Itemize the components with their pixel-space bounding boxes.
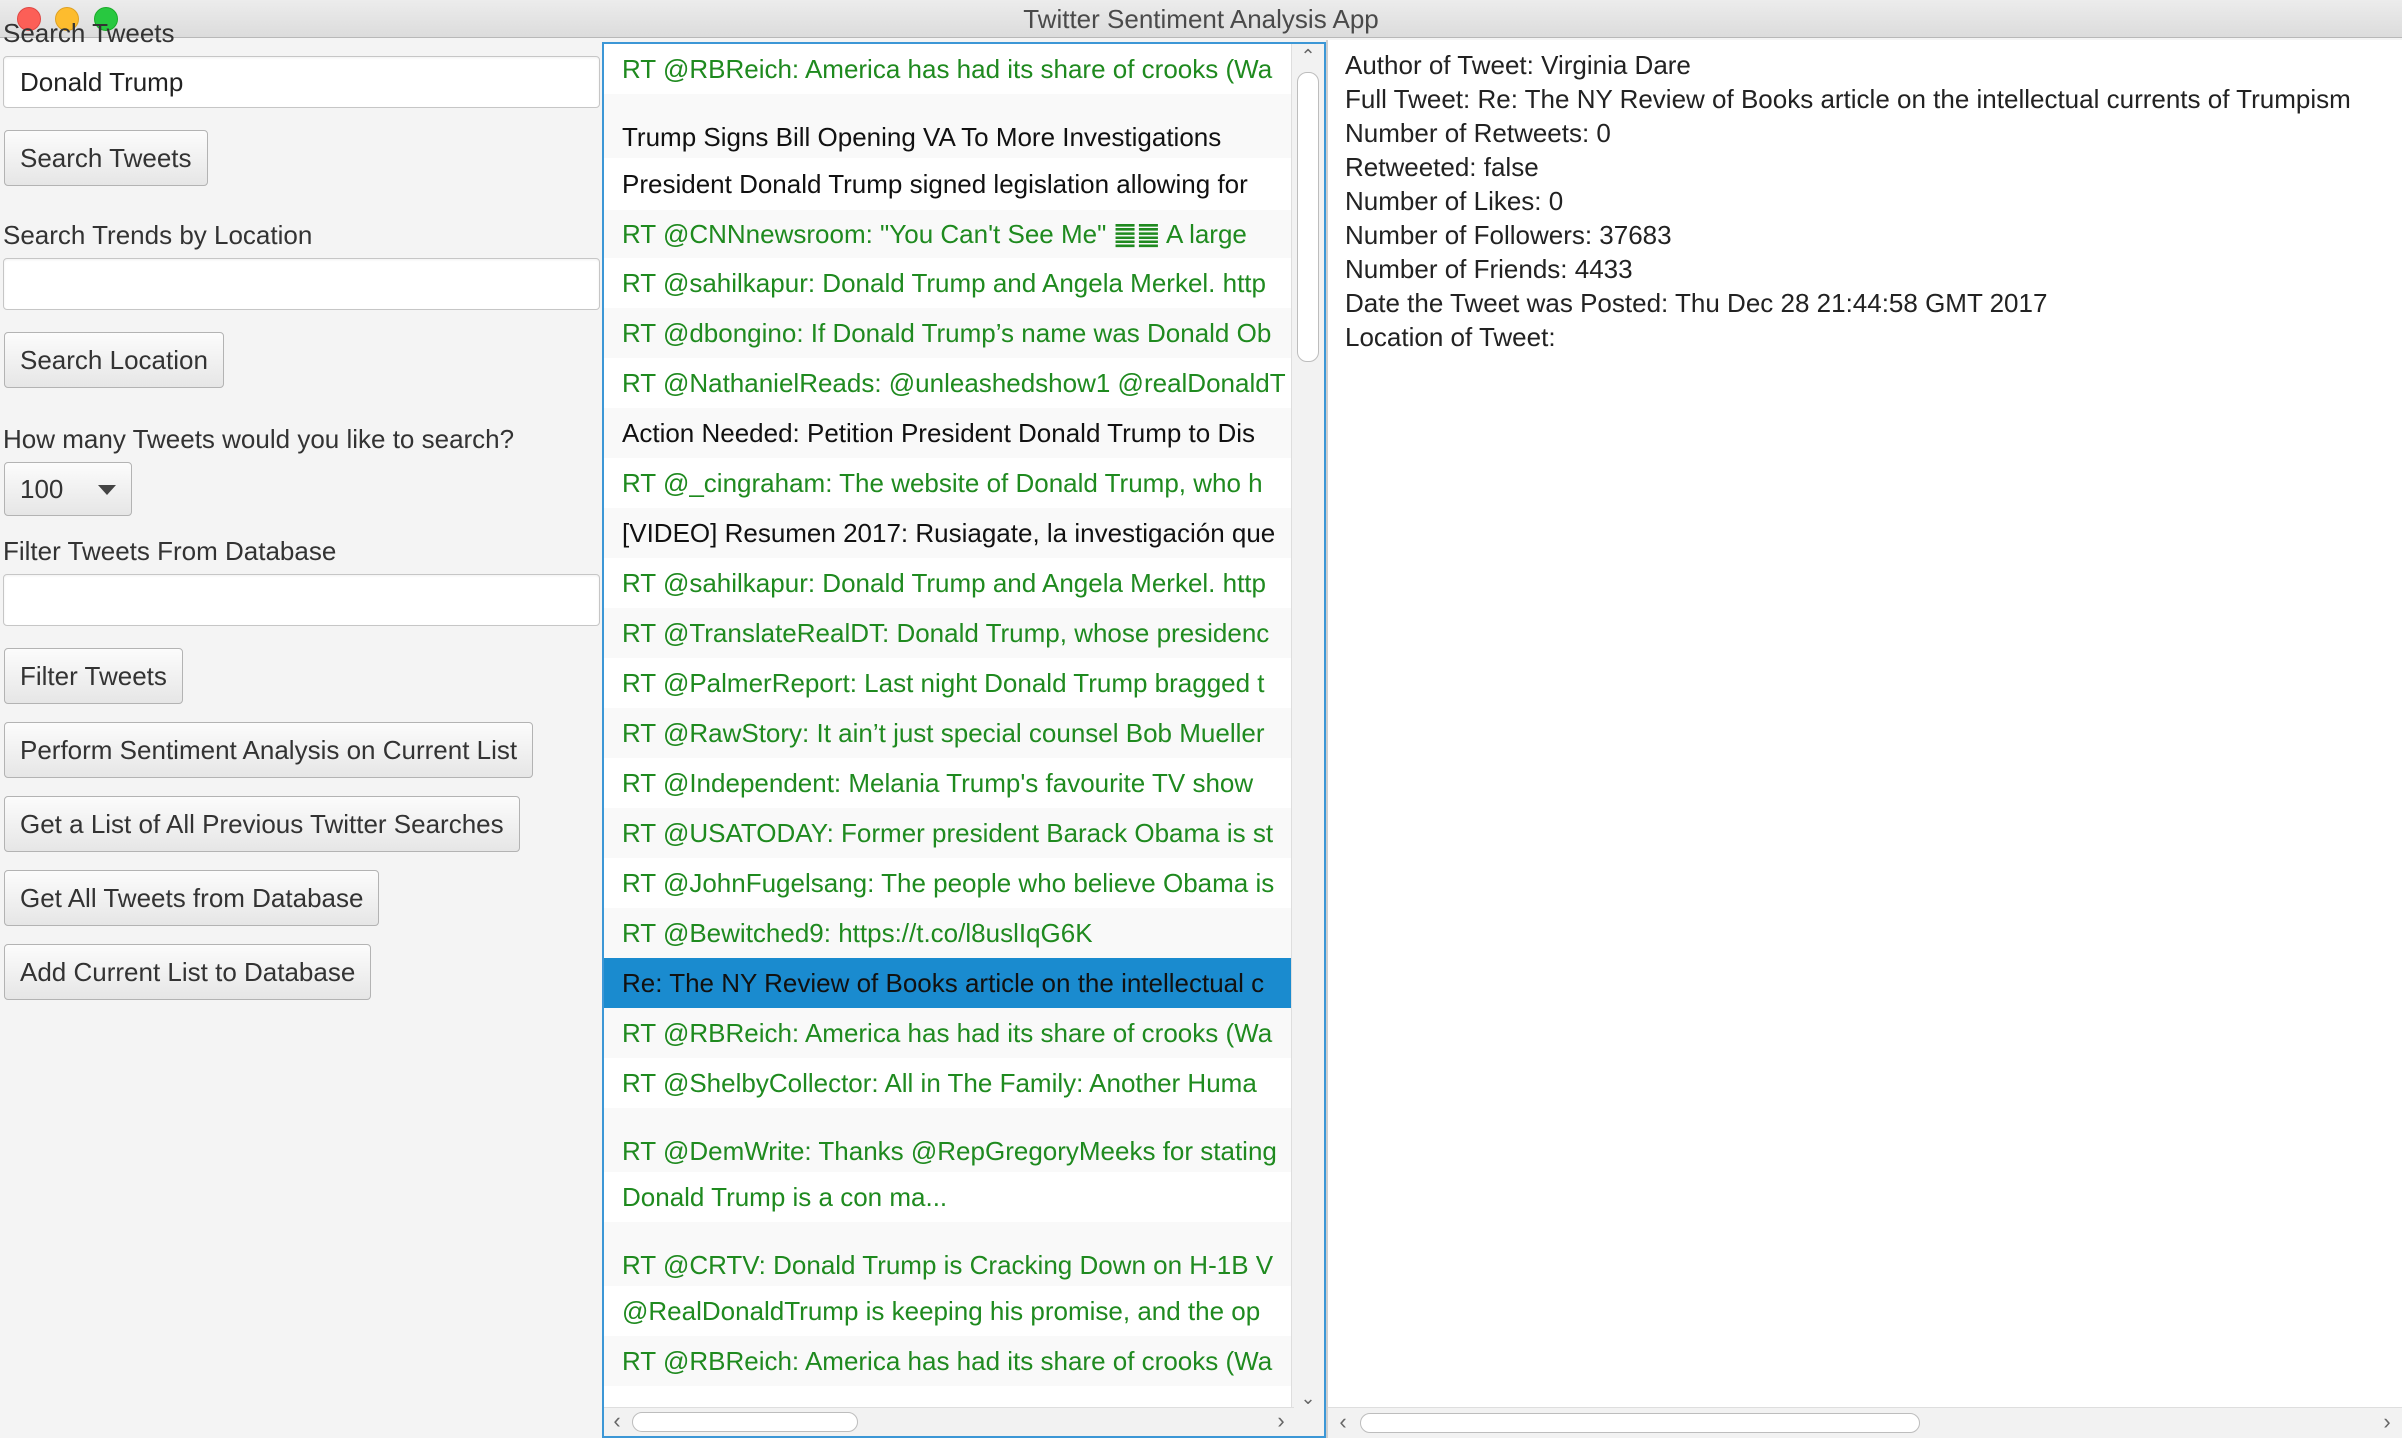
search-location-button[interactable]: Search Location <box>4 332 224 388</box>
tweet-list-item[interactable]: Trump Signs Bill Opening VA To More Inve… <box>604 94 1294 158</box>
tweet-text: [VIDEO] Resumen 2017: Rusiagate, la inve… <box>622 518 1276 548</box>
tweet-list-item[interactable]: RT @RBReich: America has had its share o… <box>604 44 1294 94</box>
title-bar: Twitter Sentiment Analysis App <box>0 0 2402 38</box>
detail-location: Location of Tweet: <box>1345 322 1556 352</box>
add-list-button[interactable]: Add Current List to Database <box>4 944 372 1000</box>
trends-location-input[interactable] <box>3 258 600 310</box>
tweet-text: Donald Trump is a con ma... <box>622 1182 948 1212</box>
detail-retweets: Number of Retweets: 0 <box>1345 118 1611 148</box>
tweet-list-item[interactable]: RT @Bewitched9: https://t.co/l8uslIqG6K <box>604 908 1294 958</box>
scroll-right-icon[interactable]: › <box>1272 1410 1290 1432</box>
tweet-text: RT @ShelbyCollector: All in The Family: … <box>622 1068 1257 1098</box>
tweet-text: @RealDonaldTrump is keeping his promise,… <box>622 1296 1261 1326</box>
tweet-text: Action Needed: Petition President Donald… <box>622 418 1256 448</box>
tweet-detail-pane: Author of Tweet: Virginia Dare Full Twee… <box>1326 40 2402 1438</box>
control-panel: Search Tweets Donald Trump Search Tweets… <box>0 18 602 1438</box>
detail-friends: Number of Friends: 4433 <box>1345 254 1633 284</box>
tweet-details: Author of Tweet: Virginia Dare Full Twee… <box>1345 48 2402 354</box>
tweet-count-select[interactable]: 100 <box>4 462 132 516</box>
detail-horizontal-scrollbar[interactable]: ‹ › <box>1328 1407 2402 1438</box>
tweet-text: RT @TranslateRealDT: Donald Trump, whose… <box>622 618 1270 648</box>
scroll-thumb-horizontal[interactable] <box>632 1412 858 1432</box>
window-title: Twitter Sentiment Analysis App <box>1023 4 1379 34</box>
horizontal-scrollbar[interactable]: ‹ › <box>604 1407 1294 1436</box>
scroll-left-icon[interactable]: ‹ <box>608 1410 626 1432</box>
tweet-list-item[interactable]: RT @RBReich: America has had its share o… <box>604 1336 1294 1386</box>
tweet-text: RT @CRTV: Donald Trump is Cracking Down … <box>622 1250 1274 1280</box>
filter-input[interactable] <box>3 574 600 626</box>
tweet-text: RT @dbongino: If Donald Trump’s name was… <box>622 318 1272 348</box>
tweet-list-item[interactable]: RT @RBReich: America has had its share o… <box>604 1008 1294 1058</box>
search-tweets-label: Search Tweets <box>3 18 175 48</box>
tweet-list-item[interactable]: RT @JohnFugelsang: The people who believ… <box>604 858 1294 908</box>
tweet-count-label: How many Tweets would you like to search… <box>3 424 515 454</box>
detail-scroll-thumb[interactable] <box>1360 1413 1920 1433</box>
tweet-list-item[interactable]: @RealDonaldTrump is keeping his promise,… <box>604 1286 1294 1336</box>
tweet-text: RT @RBReich: America has had its share o… <box>622 54 1273 84</box>
tweet-list-item[interactable]: RT @Independent: Melania Trump's favouri… <box>604 758 1294 808</box>
scroll-corner <box>1292 1408 1324 1436</box>
tweet-text: Re: The NY Review of Books article on th… <box>622 968 1265 998</box>
tweet-text: RT @Independent: Melania Trump's favouri… <box>622 768 1254 798</box>
detail-date: Date the Tweet was Posted: Thu Dec 28 21… <box>1345 288 2048 318</box>
tweet-list-item[interactable]: RT @ShelbyCollector: All in The Family: … <box>604 1058 1294 1108</box>
scroll-right-icon[interactable]: › <box>2378 1411 2396 1433</box>
previous-searches-button[interactable]: Get a List of All Previous Twitter Searc… <box>4 796 520 852</box>
scroll-left-icon[interactable]: ‹ <box>1334 1411 1352 1433</box>
tweet-text: RT @PalmerReport: Last night Donald Trum… <box>622 668 1265 698</box>
tweet-list-item[interactable]: RT @CNNnewsroom: "You Can't See Me" ䷀䷀ A… <box>604 210 1294 258</box>
tweet-list-item[interactable]: Action Needed: Petition President Donald… <box>604 408 1294 458</box>
tweet-text: Trump Signs Bill Opening VA To More Inve… <box>622 122 1222 152</box>
tweet-text: RT @RBReich: America has had its share o… <box>622 1018 1273 1048</box>
detail-retweeted: Retweeted: false <box>1345 152 1539 182</box>
detail-full-tweet: Full Tweet: Re: The NY Review of Books a… <box>1345 84 2351 114</box>
tweet-list-item[interactable]: Donald Trump is a con ma... <box>604 1172 1294 1222</box>
tweet-list-item[interactable]: [VIDEO] Resumen 2017: Rusiagate, la inve… <box>604 508 1294 558</box>
scroll-thumb[interactable] <box>1297 72 1319 362</box>
scroll-up-icon[interactable]: ⌃ <box>1300 47 1316 65</box>
chevron-down-icon <box>98 485 116 495</box>
search-tweets-input[interactable]: Donald Trump <box>3 56 600 108</box>
tweet-list-item[interactable]: RT @dbongino: If Donald Trump’s name was… <box>604 308 1294 358</box>
tweet-text: RT @DemWrite: Thanks @RepGregoryMeeks fo… <box>622 1136 1277 1166</box>
all-tweets-button[interactable]: Get All Tweets from Database <box>4 870 380 926</box>
tweet-text: RT @Bewitched9: https://t.co/l8uslIqG6K <box>622 918 1093 948</box>
tweet-text: RT @USATODAY: Former president Barack Ob… <box>622 818 1274 848</box>
filter-label: Filter Tweets From Database <box>3 536 337 566</box>
tweet-text: RT @CNNnewsroom: "You Can't See Me" ䷀䷀ A… <box>622 219 1247 249</box>
detail-followers: Number of Followers: 37683 <box>1345 220 1672 250</box>
vertical-scrollbar[interactable]: ⌃ ⌄ <box>1291 44 1324 1410</box>
tweet-list-item[interactable]: RT @USATODAY: Former president Barack Ob… <box>604 808 1294 858</box>
tweet-list-item[interactable]: President Donald Trump signed legislatio… <box>604 158 1294 210</box>
tweet-list-item[interactable]: RT @DemWrite: Thanks @RepGregoryMeeks fo… <box>604 1108 1294 1172</box>
tweet-text: RT @sahilkapur: Donald Trump and Angela … <box>622 568 1266 598</box>
tweet-list-item[interactable]: RT @NathanielReads: @unleashedshow1 @rea… <box>604 358 1294 408</box>
tweet-list-item[interactable]: RT @sahilkapur: Donald Trump and Angela … <box>604 558 1294 608</box>
tweet-list-item[interactable]: RT @CRTV: Donald Trump is Cracking Down … <box>604 1222 1294 1286</box>
tweet-list: RT @RBReich: America has had its share o… <box>604 44 1294 1410</box>
tweet-list-view[interactable]: RT @RBReich: America has had its share o… <box>602 42 1326 1438</box>
detail-author: Author of Tweet: Virginia Dare <box>1345 50 1691 80</box>
tweet-list-item[interactable]: RT @PalmerReport: Last night Donald Trum… <box>604 658 1294 708</box>
tweet-list-item[interactable]: RT @_cingraham: The website of Donald Tr… <box>604 458 1294 508</box>
tweet-list-item[interactable]: RT @RawStory: It ain’t just special coun… <box>604 708 1294 758</box>
tweet-list-item[interactable]: RT @sahilkapur: Donald Trump and Angela … <box>604 258 1294 308</box>
tweet-list-item[interactable]: Re: The NY Review of Books article on th… <box>604 958 1294 1008</box>
detail-likes: Number of Likes: 0 <box>1345 186 1564 216</box>
search-tweets-button[interactable]: Search Tweets <box>4 130 208 186</box>
tweet-text: President Donald Trump signed legislatio… <box>622 169 1248 199</box>
tweet-text: RT @NathanielReads: @unleashedshow1 @rea… <box>622 368 1286 398</box>
tweet-list-item[interactable]: RT @TranslateRealDT: Donald Trump, whose… <box>604 608 1294 658</box>
tweet-text: RT @RawStory: It ain’t just special coun… <box>622 718 1265 748</box>
tweet-count-value: 100 <box>20 474 64 504</box>
tweet-text: RT @RBReich: America has had its share o… <box>622 1346 1273 1376</box>
scroll-down-icon[interactable]: ⌄ <box>1300 1389 1316 1407</box>
tweet-text: RT @JohnFugelsang: The people who believ… <box>622 868 1275 898</box>
filter-tweets-button[interactable]: Filter Tweets <box>4 648 183 704</box>
trends-label: Search Trends by Location <box>3 220 313 250</box>
tweet-text: RT @sahilkapur: Donald Trump and Angela … <box>622 268 1266 298</box>
tweet-text: RT @_cingraham: The website of Donald Tr… <box>622 468 1263 498</box>
sentiment-analysis-button[interactable]: Perform Sentiment Analysis on Current Li… <box>4 722 534 778</box>
